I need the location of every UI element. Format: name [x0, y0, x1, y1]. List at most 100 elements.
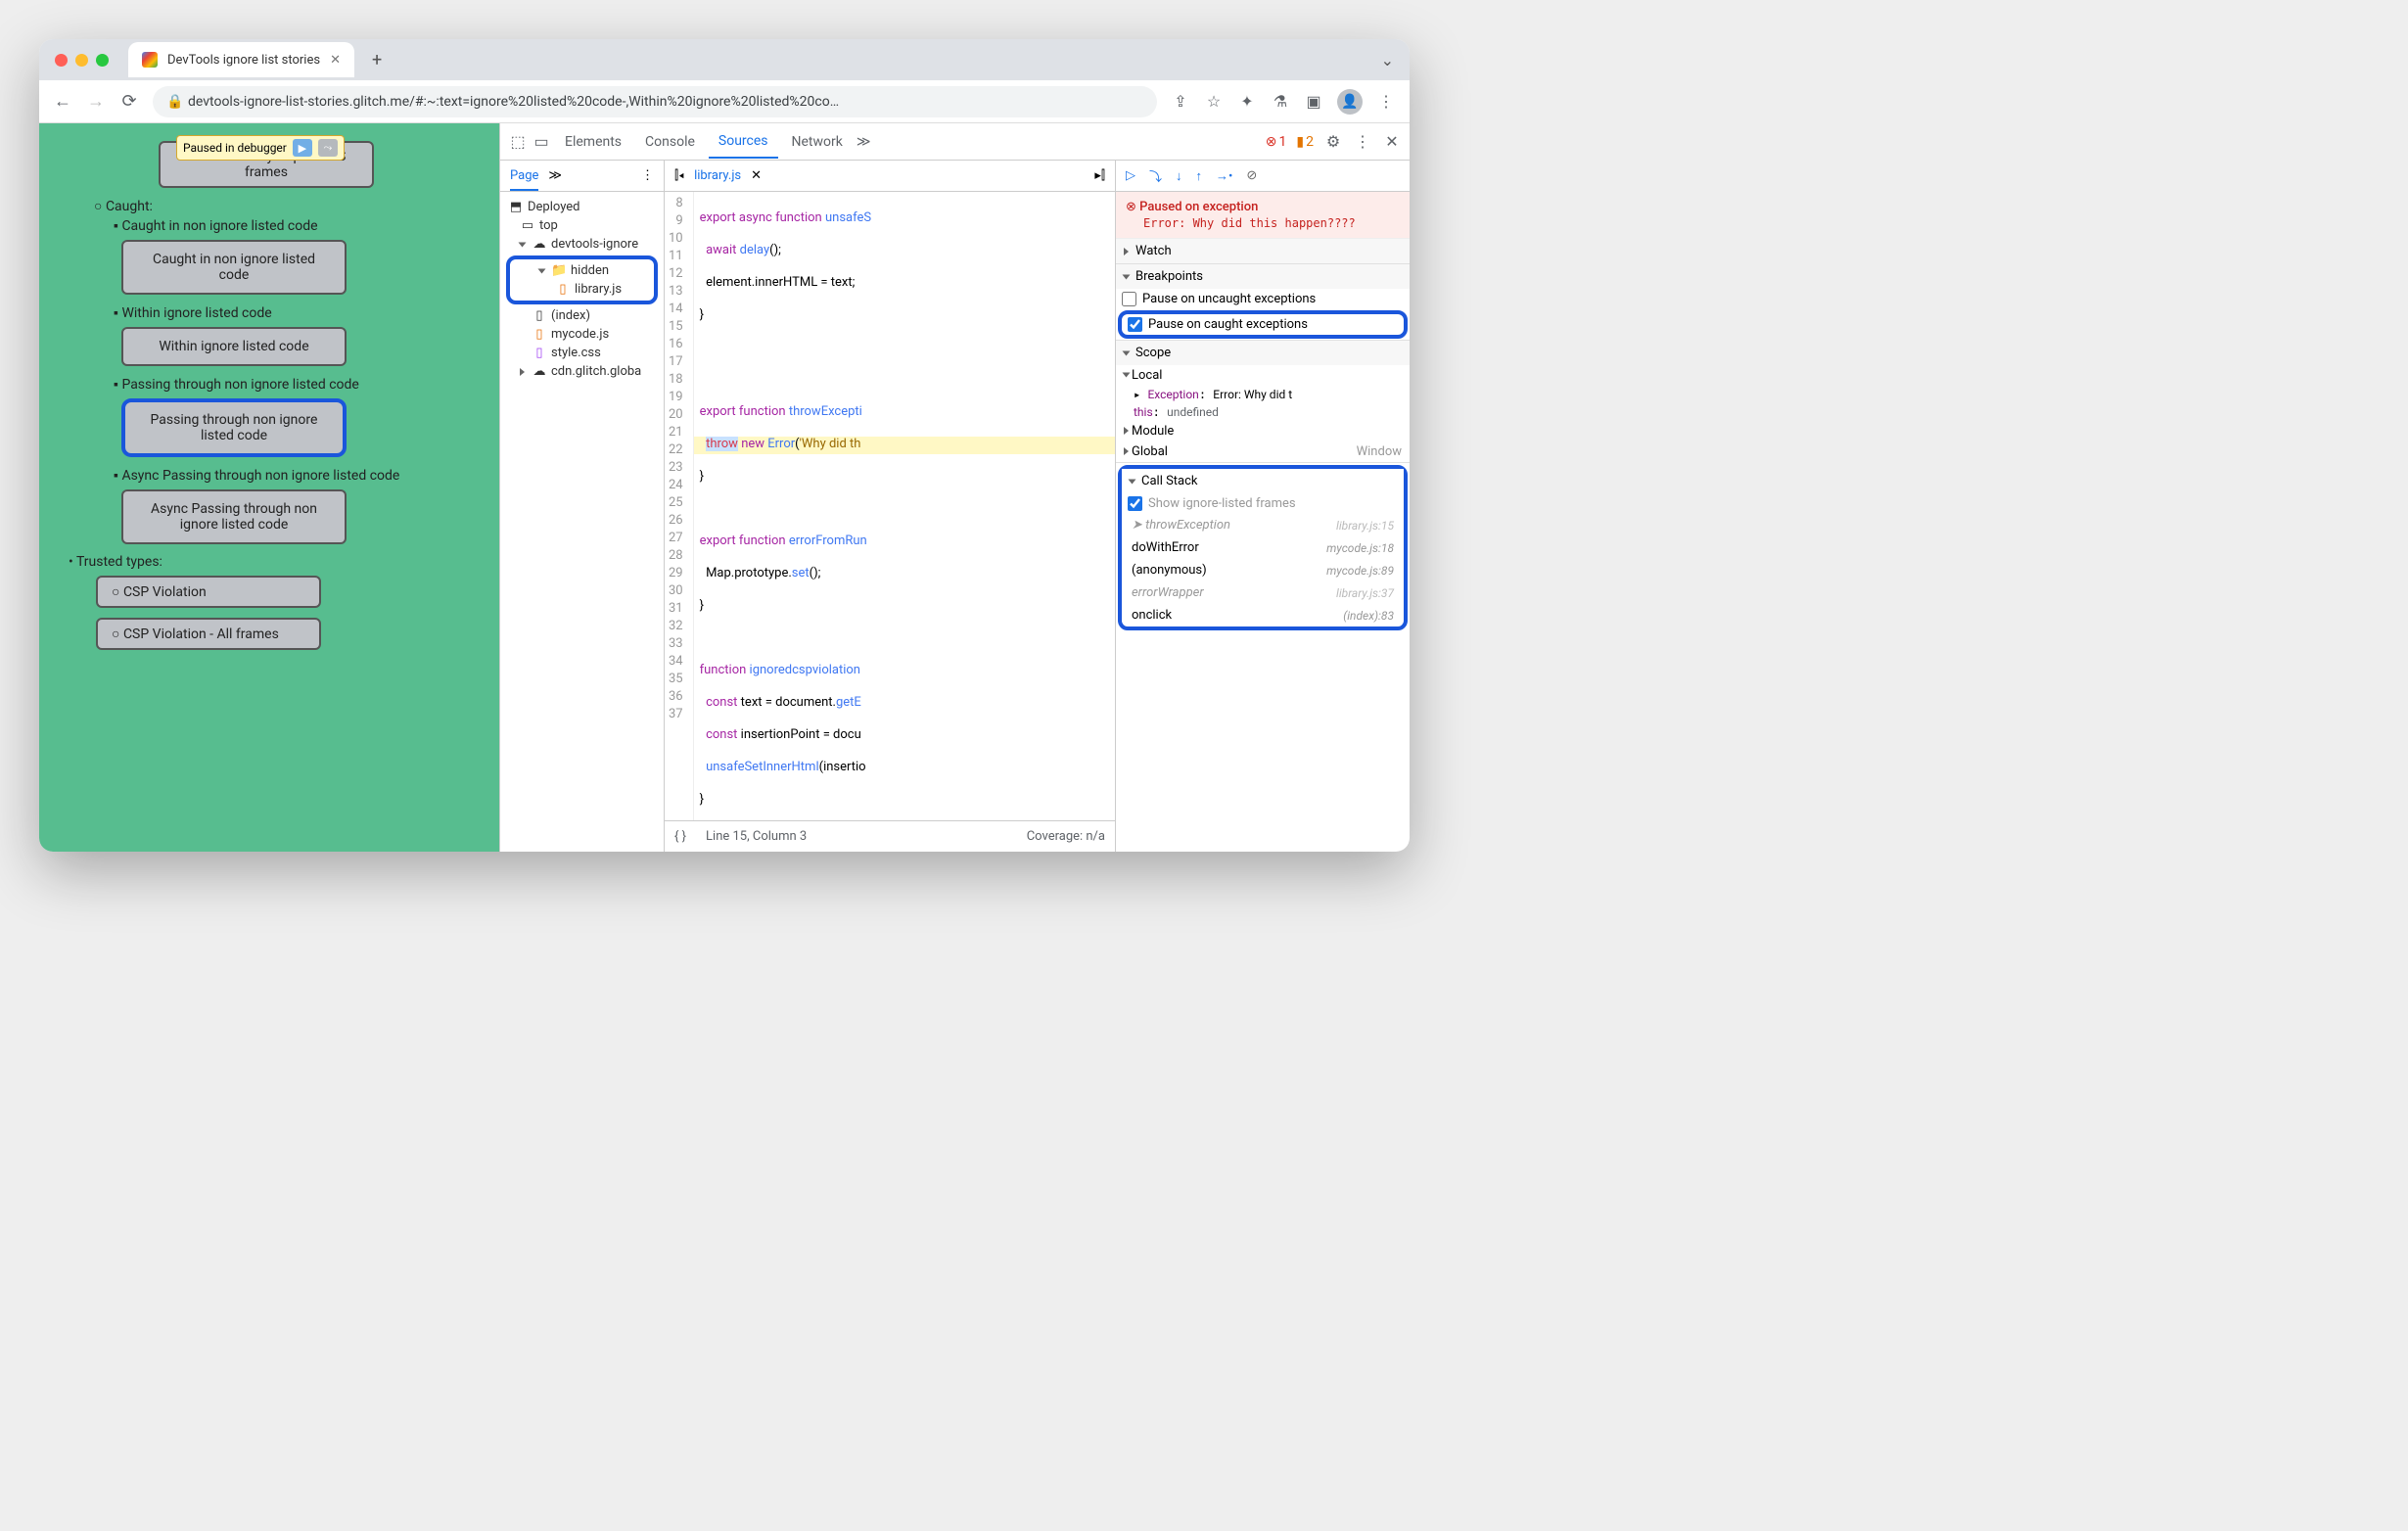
scope-global[interactable]: GlobalWindow	[1116, 441, 1410, 462]
scope-local[interactable]: Local	[1116, 365, 1410, 386]
titlebar: DevTools ignore list stories ✕ + ⌄	[39, 39, 1410, 80]
step-button[interactable]: ⤳	[318, 139, 338, 157]
stack-frame[interactable]: errorWrapperlibrary.js:37	[1122, 581, 1404, 604]
async-button[interactable]: Async Passing through non ignore listed …	[121, 489, 347, 544]
devtools-tabs: ⬚ ▭ Elements Console Sources Network ≫ ⊗…	[500, 123, 1410, 161]
stack-frame[interactable]: doWithErrormycode.js:18	[1122, 536, 1404, 559]
bookmark-icon[interactable]: ☆	[1204, 92, 1224, 111]
frame-icon: ▭	[520, 218, 535, 233]
editor-footer: { } Line 15, Column 3 Coverage: n/a	[665, 820, 1115, 852]
menu-icon[interactable]: ⋮	[1376, 92, 1396, 111]
trusted-label: • Trusted types:	[69, 554, 489, 570]
show-ignored-checkbox[interactable]: Show ignore-listed frames	[1122, 493, 1404, 514]
paused-overlay: Paused in debugger ▶ ⤳	[176, 135, 345, 161]
devtools-panel: ⬚ ▭ Elements Console Sources Network ≫ ⊗…	[499, 123, 1410, 852]
sidebar-toggle-icon[interactable]: ⫿◂	[674, 168, 684, 183]
within-button[interactable]: Within ignore listed code	[121, 327, 347, 366]
debugger-controls: ▷ ⤵ ↓ ↑ →• ⊘	[1116, 161, 1410, 192]
list-item: ▪ Within ignore listed code	[114, 304, 489, 321]
tabs-menu-button[interactable]: ⌄	[1381, 51, 1394, 70]
maximize-window-button[interactable]	[96, 54, 109, 67]
more-nav-icon[interactable]: ≫	[548, 168, 562, 183]
address-bar[interactable]: 🔒 devtools-ignore-list-stories.glitch.me…	[153, 86, 1157, 117]
navigator-pane: Page ≫ ⋮ ⬒Deployed ▭top ☁devtools-ignore…	[500, 161, 665, 852]
caught-checkbox[interactable]: Pause on caught exceptions	[1118, 310, 1408, 339]
code-editor[interactable]: 8910111213141516171819202122232425262728…	[665, 192, 1115, 820]
passing-button[interactable]: Passing through non ignore listed code	[121, 398, 347, 457]
tree-cdn[interactable]: ☁cdn.glitch.globa	[504, 362, 660, 381]
scope-exception[interactable]: ▸ Exception: Error: Why did t	[1116, 386, 1410, 403]
tree-mycode[interactable]: ▯mycode.js	[504, 325, 660, 344]
step-over-icon[interactable]: ⤵	[1149, 166, 1162, 185]
stack-frame[interactable]: (anonymous)mycode.js:89	[1122, 559, 1404, 581]
css-file-icon: ▯	[532, 346, 547, 360]
profile-avatar[interactable]: 👤	[1337, 89, 1363, 115]
browser-toolbar: ← → ⟳ 🔒 devtools-ignore-list-stories.gli…	[39, 80, 1410, 123]
step-out-icon[interactable]: ↑	[1196, 168, 1203, 184]
tree-library[interactable]: ▯library.js	[512, 280, 652, 299]
labs-icon[interactable]: ⚗	[1271, 92, 1290, 111]
new-tab-button[interactable]: +	[372, 50, 382, 70]
pause-title: ⊗ Paused on exception	[1126, 200, 1400, 214]
csp-all-button[interactable]: ○ CSP Violation - All frames	[96, 618, 321, 650]
tab-console[interactable]: Console	[635, 126, 705, 158]
list-item: ▪ Caught in non ignore listed code	[114, 217, 489, 234]
tree-top[interactable]: ▭top	[504, 216, 660, 235]
error-badge[interactable]: ⊗ 1	[1266, 134, 1287, 150]
callstack-header[interactable]: Call Stack	[1122, 469, 1404, 493]
lock-icon: 🔒	[166, 94, 178, 110]
csp-button[interactable]: ○ CSP Violation	[96, 576, 321, 608]
step-into-icon[interactable]: ↓	[1176, 168, 1182, 184]
device-icon[interactable]: ▭	[532, 132, 551, 151]
page-content: WebAssembly trap - no JS frames ○ Caught…	[47, 131, 499, 670]
extensions-icon[interactable]: ✦	[1237, 92, 1257, 111]
breakpoints-header[interactable]: Breakpoints	[1116, 264, 1410, 289]
uncaught-checkbox[interactable]: Pause on uncaught exceptions	[1116, 289, 1410, 309]
tree-style[interactable]: ▯style.css	[504, 344, 660, 362]
stack-frame[interactable]: ➤ throwExceptionlibrary.js:15	[1122, 514, 1404, 536]
tab-network[interactable]: Network	[782, 126, 853, 158]
nav-menu-icon[interactable]: ⋮	[641, 168, 654, 183]
js-file-icon: ▯	[532, 327, 547, 342]
resume-button[interactable]: ▶	[293, 139, 312, 157]
tree-hidden[interactable]: 📁hidden	[512, 261, 652, 280]
favicon-icon	[142, 52, 158, 68]
warning-badge[interactable]: ▮ 2	[1296, 134, 1314, 150]
share-icon[interactable]: ⇪	[1171, 92, 1190, 111]
paused-label: Paused in debugger	[183, 141, 287, 155]
page-tab[interactable]: Page	[510, 168, 538, 191]
pause-message: ⊗ Paused on exception Error: Why did thi…	[1116, 192, 1410, 239]
back-button[interactable]: ←	[53, 91, 72, 112]
kebab-icon[interactable]: ⋮	[1353, 132, 1372, 151]
tab-elements[interactable]: Elements	[555, 126, 631, 158]
settings-icon[interactable]: ⚙	[1323, 132, 1343, 151]
toggle-debugger-icon[interactable]: ▸⫿	[1094, 168, 1105, 183]
format-icon[interactable]: { }	[674, 829, 686, 844]
tab-sources[interactable]: Sources	[709, 125, 778, 159]
inspect-icon[interactable]: ⬚	[508, 132, 528, 151]
close-tab-icon[interactable]: ✕	[330, 53, 341, 68]
stack-frame[interactable]: onclick(index):83	[1122, 604, 1404, 626]
scope-header[interactable]: Scope	[1116, 341, 1410, 365]
list-item: ▪ Passing through non ignore listed code	[114, 376, 489, 393]
step-icon[interactable]: →•	[1216, 168, 1232, 184]
scope-module[interactable]: Module	[1116, 421, 1410, 441]
panel-icon[interactable]: ▣	[1304, 92, 1323, 111]
tree-deployed[interactable]: ⬒Deployed	[504, 198, 660, 216]
more-tabs-icon[interactable]: ≫	[857, 134, 871, 150]
forward-button[interactable]: →	[86, 91, 106, 112]
close-file-icon[interactable]: ✕	[751, 168, 762, 183]
close-devtools-icon[interactable]: ✕	[1382, 132, 1402, 151]
devtools-body: Page ≫ ⋮ ⬒Deployed ▭top ☁devtools-ignore…	[500, 161, 1410, 852]
tree-index[interactable]: ▯(index)	[504, 306, 660, 325]
tree-domain[interactable]: ☁devtools-ignore	[504, 235, 660, 254]
minimize-window-button[interactable]	[75, 54, 88, 67]
resume-icon[interactable]: ▷	[1126, 168, 1135, 183]
code-lines: export async function unsafeS await dela…	[694, 192, 1115, 820]
browser-tab[interactable]: DevTools ignore list stories ✕	[128, 42, 354, 77]
reload-button[interactable]: ⟳	[119, 91, 139, 112]
watch-section[interactable]: Watch	[1116, 239, 1410, 264]
deactivate-icon[interactable]: ⊘	[1246, 168, 1257, 183]
caught-button[interactable]: Caught in non ignore listed code	[121, 240, 347, 295]
close-window-button[interactable]	[55, 54, 68, 67]
